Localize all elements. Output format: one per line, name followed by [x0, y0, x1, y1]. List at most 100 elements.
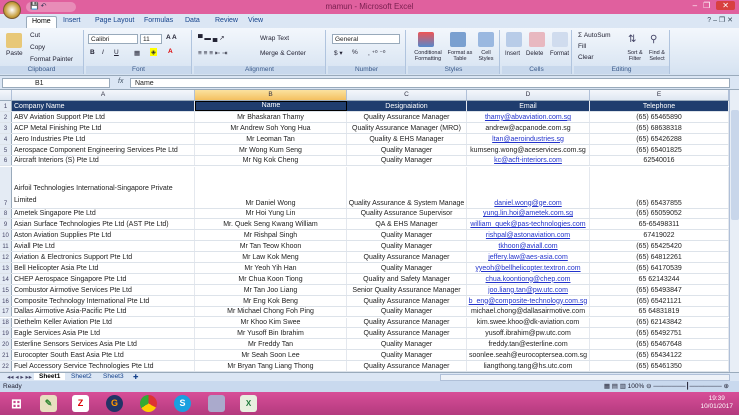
- name-cell[interactable]: Mr Yusoff Bin Ibrahim: [195, 328, 347, 339]
- email-text[interactable]: joo.liang.tan@pw.utc.com: [488, 287, 568, 294]
- company-cell[interactable]: Eurocopter South East Asia Pte Ltd: [12, 350, 195, 361]
- designation-cell[interactable]: QA & EHS Manager: [347, 219, 467, 230]
- telephone-cell[interactable]: 65 62143244: [590, 273, 729, 284]
- row-number[interactable]: 9: [0, 219, 12, 230]
- company-cell[interactable]: CHEP Aerospace Singapore Pte Ltd: [12, 273, 195, 284]
- name-cell[interactable]: Mr Tan Joo Liang: [195, 284, 347, 295]
- company-cell[interactable]: Airfoil Technologies International-Singa…: [12, 166, 195, 208]
- name-cell[interactable]: Mr Bhaskaran Thamy: [195, 112, 347, 122]
- name-cell[interactable]: Mr Andrew Soh Yong Hua: [195, 122, 347, 133]
- zoom-level[interactable]: 100%: [628, 383, 645, 390]
- email-cell[interactable]: michael.chong@dallasairmotive.com: [467, 306, 590, 317]
- row-number[interactable]: 5: [0, 144, 12, 155]
- name-cell[interactable]: Mr Daniel Wong: [195, 166, 347, 208]
- email-cell[interactable]: yung.lin.hoi@ametek.com.sg: [467, 208, 590, 219]
- z-app-icon[interactable]: Z: [72, 395, 89, 412]
- email-cell[interactable]: yyeoh@bellhelicopter.textron.com: [467, 263, 590, 273]
- designation-cell[interactable]: Quality Manager: [347, 339, 467, 350]
- email-text[interactable]: yung.lin.hoi@ametek.com.sg: [483, 210, 573, 217]
- column-header-b[interactable]: B: [195, 90, 347, 101]
- name-cell[interactable]: Mr Ng Kok Cheng: [195, 155, 347, 166]
- telephone-cell[interactable]: (65) 65437855: [590, 166, 729, 208]
- row-number[interactable]: 22: [0, 361, 12, 371]
- company-cell[interactable]: Company Name: [12, 101, 195, 111]
- minimize-button[interactable]: –: [693, 1, 697, 10]
- email-cell[interactable]: Email: [467, 101, 590, 111]
- email-cell[interactable]: andrew@acpanode.com.sg: [467, 122, 590, 133]
- fx-icon[interactable]: fx: [118, 78, 123, 85]
- name-box[interactable]: B1: [2, 78, 110, 88]
- name-cell[interactable]: Mr Seah Soon Lee: [195, 350, 347, 361]
- number-format-select[interactable]: General: [332, 34, 400, 44]
- company-cell[interactable]: Aircraft Interiors (S) Pte Ltd: [12, 155, 195, 166]
- tab-review[interactable]: Review: [210, 16, 243, 25]
- horizontal-scrollbar[interactable]: [440, 374, 730, 381]
- company-cell[interactable]: Combustor Airmotive Services Pte Ltd: [12, 284, 195, 295]
- telephone-cell[interactable]: (65) 65461350: [590, 361, 729, 371]
- wrap-text-button[interactable]: Wrap Text: [260, 35, 289, 42]
- close-button[interactable]: ✕: [716, 1, 735, 10]
- chrome-icon[interactable]: [140, 395, 157, 412]
- designation-cell[interactable]: Quality Manager: [347, 144, 467, 155]
- column-header-a[interactable]: A: [12, 90, 195, 101]
- email-cell[interactable]: jeffery.law@aes-asia.com: [467, 252, 590, 262]
- name-cell[interactable]: Mr Rishpal Singh: [195, 230, 347, 241]
- system-clock[interactable]: 19:39 10/01/2017: [700, 395, 733, 411]
- paste-button[interactable]: Paste: [6, 50, 23, 57]
- office-button[interactable]: [3, 1, 21, 19]
- sheet-tab-1[interactable]: Sheet1: [34, 373, 66, 380]
- percent-button[interactable]: %: [352, 49, 358, 56]
- row-number[interactable]: 7: [0, 166, 12, 208]
- row-number[interactable]: 16: [0, 295, 12, 306]
- find-select-button[interactable]: Find & Select: [646, 50, 668, 62]
- designation-cell[interactable]: Quality Assurance Supervisor: [347, 208, 467, 219]
- borders-icon[interactable]: ▦: [134, 49, 140, 57]
- email-cell[interactable]: william_quek@pas-technologies.com: [467, 219, 590, 230]
- name-cell[interactable]: Mr Freddy Tan: [195, 339, 347, 350]
- name-cell[interactable]: Mr Bryan Tang Liang Thong: [195, 361, 347, 371]
- company-cell[interactable]: Fuel Accessory Service Technologies Pte …: [12, 361, 195, 371]
- designation-cell[interactable]: Designaiation: [347, 101, 467, 111]
- row-number[interactable]: 2: [0, 112, 12, 122]
- telephone-cell[interactable]: (65) 65425420: [590, 241, 729, 252]
- column-header-e[interactable]: E: [590, 90, 729, 101]
- designation-cell[interactable]: Quality Assurance & System Manage: [347, 166, 467, 208]
- sheet-tab-3[interactable]: Sheet3: [98, 373, 129, 380]
- telephone-cell[interactable]: 62540016: [590, 155, 729, 166]
- row-number[interactable]: 18: [0, 317, 12, 328]
- email-cell[interactable]: joo.liang.tan@pw.utc.com: [467, 284, 590, 295]
- italic-button[interactable]: I: [102, 49, 104, 56]
- sort-filter-button[interactable]: Sort & Filter: [624, 50, 646, 62]
- designation-cell[interactable]: Quality Assurance Manager: [347, 252, 467, 262]
- decimal-icons[interactable]: , ⁺⁰ ⁻⁰: [368, 49, 386, 57]
- tab-home[interactable]: Home: [26, 16, 57, 28]
- email-cell[interactable]: ltan@aeroindustries.sg: [467, 133, 590, 144]
- email-text[interactable]: daniel.wong@ge.com: [494, 200, 561, 207]
- row-number[interactable]: 12: [0, 252, 12, 262]
- designation-cell[interactable]: Quality Manager: [347, 155, 467, 166]
- designation-cell[interactable]: Quality Assurance Manager: [347, 361, 467, 371]
- row-number[interactable]: 19: [0, 328, 12, 339]
- insert-button[interactable]: Insert: [505, 51, 520, 57]
- name-cell[interactable]: Name: [195, 101, 347, 111]
- company-cell[interactable]: Aviation & Electronics Support Pte Ltd: [12, 252, 195, 262]
- telephone-cell[interactable]: (65) 62143842: [590, 317, 729, 328]
- row-number[interactable]: 14: [0, 273, 12, 284]
- telephone-cell[interactable]: (65) 64812261: [590, 252, 729, 262]
- telephone-cell[interactable]: (65) 65465890: [590, 112, 729, 122]
- email-cell[interactable]: kim.swee.khoo@dk-aviation.com: [467, 317, 590, 328]
- designation-cell[interactable]: Quality Assurance Manager (MRO): [347, 122, 467, 133]
- telephone-cell[interactable]: (65) 65426288: [590, 133, 729, 144]
- telephone-cell[interactable]: (65) 68638318: [590, 122, 729, 133]
- row-number[interactable]: 21: [0, 350, 12, 361]
- name-cell[interactable]: Mr Khoo Kim Swee: [195, 317, 347, 328]
- email-cell[interactable]: b_eng@composite-technology.com.sg: [467, 295, 590, 306]
- telephone-cell[interactable]: (65) 65401825: [590, 144, 729, 155]
- designation-cell[interactable]: Quality Manager: [347, 306, 467, 317]
- view-buttons[interactable]: ▦ ▤ ▥: [604, 383, 628, 390]
- notebook-app-icon[interactable]: [208, 395, 225, 412]
- copy-button[interactable]: Copy: [30, 44, 45, 51]
- format-as-table-button[interactable]: Format as Table: [446, 50, 474, 62]
- row-number[interactable]: 10: [0, 230, 12, 241]
- email-cell[interactable]: tkhoon@aviall.com: [467, 241, 590, 252]
